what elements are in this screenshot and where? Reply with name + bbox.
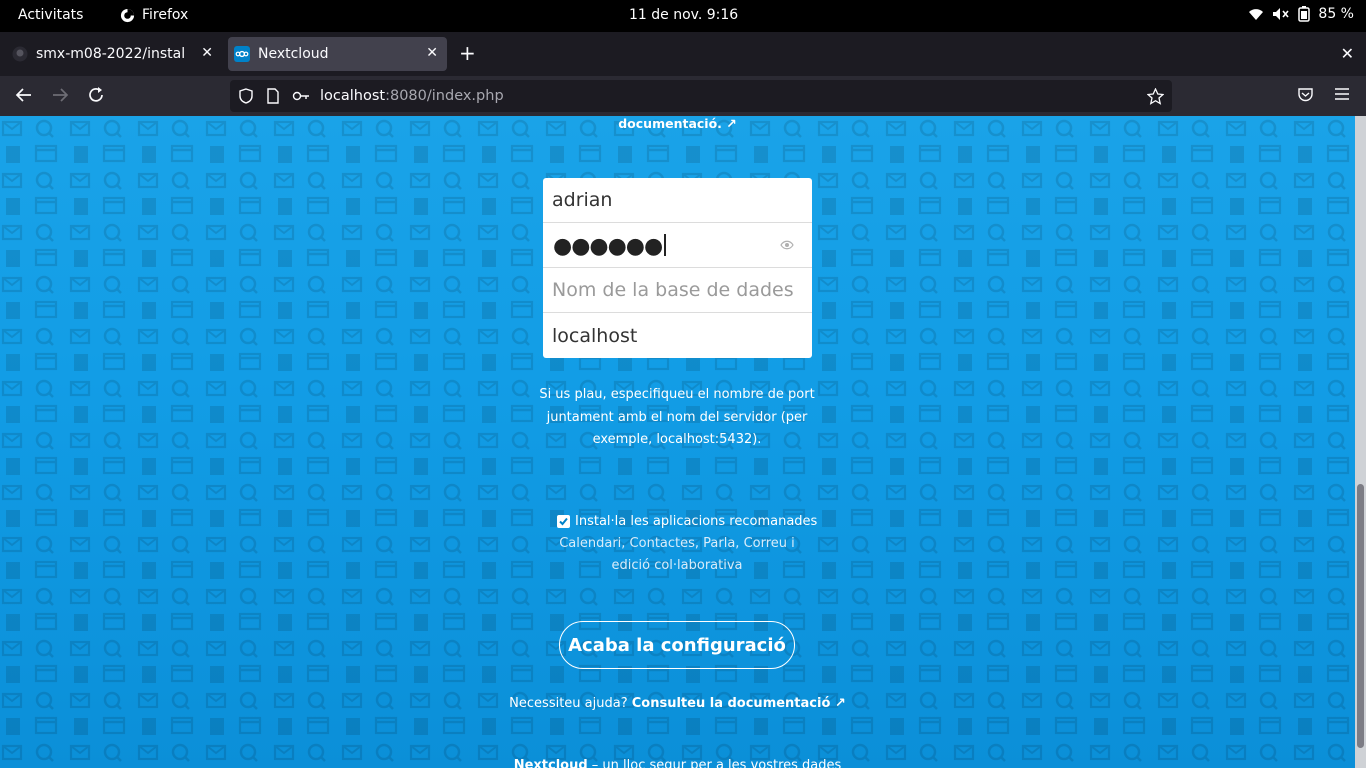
db-name-input[interactable] — [543, 268, 812, 312]
battery-icon — [1298, 6, 1311, 22]
window-close-icon[interactable]: ✕ — [1341, 44, 1354, 63]
footer: Nextcloud – un lloc segur per a les vost… — [0, 758, 1355, 768]
help-line: Necessiteu ajuda? Consulteu la documenta… — [0, 696, 1355, 711]
wifi-icon — [1249, 9, 1264, 20]
tab-title: smx-m08-2022/installació — [36, 46, 186, 62]
page-scrollbar-thumb[interactable] — [1357, 484, 1364, 748]
database-fields: ●●●●●● — [543, 178, 812, 358]
page-icon[interactable] — [266, 88, 280, 104]
close-tab-icon[interactable]: ✕ — [426, 45, 438, 61]
app-menu[interactable]: Firefox — [120, 7, 188, 23]
key-icon[interactable] — [292, 88, 310, 104]
password-dots: ●●●●●● — [553, 234, 663, 259]
db-user-input[interactable] — [543, 178, 812, 222]
help-documentation-link[interactable]: Consulteu la documentació ↗ — [632, 696, 846, 711]
db-name-field-wrapper — [543, 268, 812, 313]
system-tray[interactable]: 85 % — [1248, 6, 1354, 22]
forward-arrow-icon[interactable] — [51, 86, 69, 104]
bookmark-star-icon[interactable] — [1147, 88, 1164, 105]
url-bar[interactable]: localhost:8080/index.php — [230, 80, 1172, 112]
reload-icon[interactable] — [87, 86, 105, 104]
finish-setup-button[interactable]: Acaba la configuració — [559, 621, 795, 669]
battery-percent: 85 % — [1318, 6, 1354, 22]
help-prefix: Necessiteu ajuda? — [509, 696, 628, 711]
db-host-hint: Si us plau, especifiqueu el nombre de po… — [539, 387, 815, 447]
install-apps-checkbox[interactable] — [557, 515, 570, 528]
clock[interactable]: 11 de nov. 9:16 — [629, 7, 738, 23]
navigation-toolbar: localhost:8080/index.php — [0, 76, 1366, 116]
firefox-icon — [120, 8, 135, 22]
db-password-field-wrapper: ●●●●●● — [543, 223, 812, 268]
documentation-link-top[interactable]: documentació. ↗ — [0, 116, 1355, 131]
nextcloud-setup-page: documentació. ↗ ●●●●●● Si us plau, espec… — [0, 116, 1355, 768]
db-user-field-wrapper — [543, 178, 812, 223]
new-tab-icon[interactable]: + — [459, 43, 476, 63]
shield-icon[interactable] — [238, 88, 254, 104]
db-host-input[interactable] — [543, 313, 812, 358]
system-top-bar: Activitats Firefox 11 de nov. 9:16 85 % — [0, 0, 1366, 32]
tab-nextcloud[interactable]: Nextcloud ✕ — [228, 37, 447, 71]
db-password-input[interactable]: ●●●●●● — [553, 234, 667, 259]
tab-github[interactable]: smx-m08-2022/installació ✕ — [4, 37, 222, 71]
app-name: Firefox — [142, 7, 189, 23]
github-icon — [12, 46, 28, 62]
checkmark-icon — [559, 517, 568, 526]
install-apps-label[interactable]: Instal·la les aplicacions recomanades — [575, 514, 817, 529]
footer-brand-link[interactable]: Nextcloud — [514, 758, 588, 768]
show-password-eye-icon[interactable] — [780, 240, 794, 250]
tab-strip: smx-m08-2022/installació ✕ Nextcloud ✕ — [0, 32, 1366, 76]
db-host-field-wrapper — [543, 313, 812, 358]
footer-tagline: – un lloc segur per a les vostres dades — [587, 758, 842, 768]
pocket-icon[interactable] — [1297, 86, 1314, 103]
activities-button[interactable]: Activitats — [18, 7, 83, 23]
hamburger-menu-icon[interactable] — [1334, 86, 1350, 102]
close-tab-icon[interactable]: ✕ — [201, 45, 213, 61]
nextcloud-icon — [234, 46, 250, 62]
volume-muted-icon — [1273, 8, 1290, 20]
text-caret — [664, 234, 667, 256]
tab-title: Nextcloud — [258, 46, 329, 62]
install-apps-description: Calendari, Contactes, Parla, Correu i ed… — [559, 536, 795, 573]
url-path: :8080/index.php — [385, 88, 504, 104]
url-text[interactable]: localhost:8080/index.php — [320, 88, 504, 104]
url-host: localhost — [320, 88, 386, 104]
back-arrow-icon[interactable] — [15, 86, 33, 104]
